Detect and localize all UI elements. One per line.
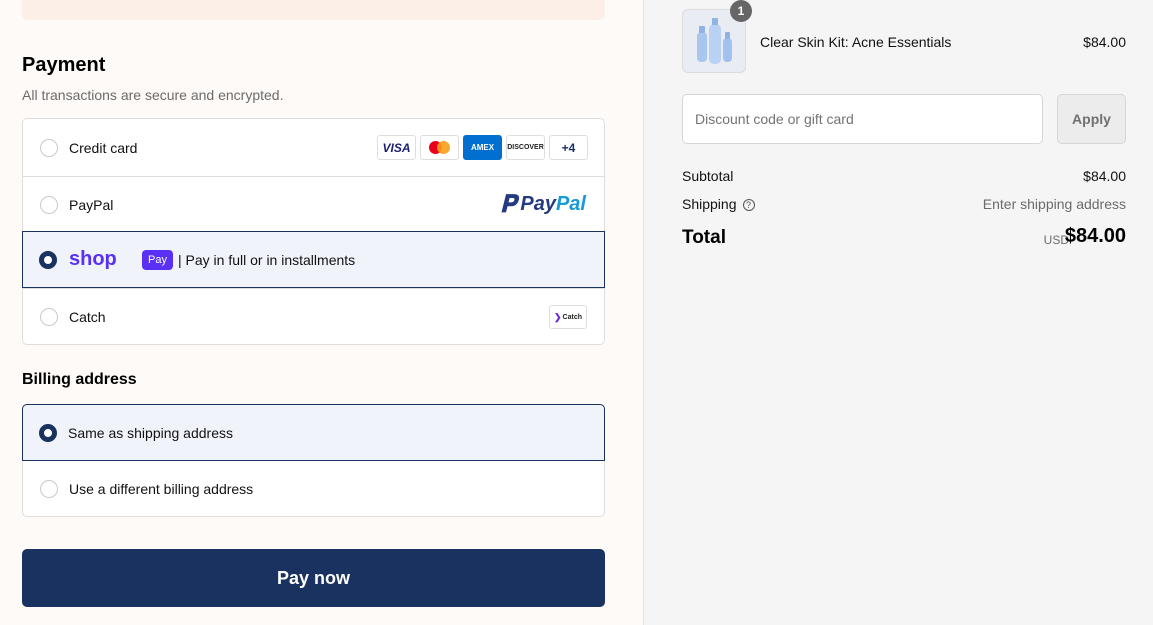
total-label: Total — [682, 227, 726, 248]
payment-option-catch[interactable]: Catch ❯ Catch — [23, 288, 604, 345]
payment-subtitle: All transactions are secure and encrypte… — [22, 87, 284, 103]
pay-now-button[interactable]: Pay now — [22, 549, 605, 607]
payment-option-credit-card[interactable]: Credit card VISA AMEX DISCOVER +4 — [23, 119, 604, 176]
billing-option-different[interactable]: Use a different billing address — [23, 461, 604, 517]
payment-option-shop-pay[interactable]: shop Pay | Pay in full or in installment… — [22, 231, 605, 288]
billing-option-label: Same as shipping address — [68, 424, 233, 441]
amex-icon: AMEX — [463, 135, 502, 160]
catch-logo-text: Catch — [562, 313, 582, 321]
billing-options: Same as shipping address Use a different… — [22, 404, 605, 517]
discount-code-input[interactable]: Discount code or gift card — [682, 94, 1043, 144]
more-cards-badge: +4 — [549, 135, 588, 160]
radio-shop-pay[interactable] — [39, 250, 57, 269]
product-name: Clear Skin Kit: Acne Essentials — [760, 34, 952, 50]
billing-option-same[interactable]: Same as shipping address — [22, 404, 605, 461]
subtotal-label: Subtotal — [682, 168, 734, 184]
shop-pay-logo: shop — [69, 248, 117, 270]
shop-pay-label: | Pay in full or in installments — [178, 251, 356, 268]
paypal-icon: 𝐏 — [500, 190, 517, 218]
catch-logo: ❯ Catch — [549, 305, 587, 329]
payment-heading: Payment — [22, 54, 106, 76]
payment-option-paypal[interactable]: PayPal 𝐏 Pay Pal — [23, 176, 604, 232]
payment-option-label: PayPal — [69, 196, 114, 213]
paypal-logo-pay: Pay — [520, 193, 556, 215]
payment-option-label: Catch — [69, 309, 106, 325]
subtotal-value: $84.00 — [1083, 168, 1126, 184]
discover-icon: DISCOVER — [506, 135, 545, 160]
radio-paypal[interactable] — [40, 195, 58, 214]
mastercard-icon — [420, 135, 459, 160]
shipping-notice-banner — [22, 0, 605, 20]
radio-credit-card[interactable] — [40, 138, 58, 157]
shipping-label: Shipping — [682, 196, 737, 212]
card-brand-icons: VISA AMEX DISCOVER +4 — [377, 135, 588, 160]
billing-option-label: Use a different billing address — [69, 481, 254, 497]
visa-icon: VISA — [377, 135, 416, 160]
radio-different-address[interactable] — [40, 480, 58, 498]
checkout-main-panel: Payment All transactions are secure and … — [0, 0, 644, 625]
shipping-label-row: Shipping? — [682, 196, 755, 212]
apply-discount-button[interactable]: Apply — [1057, 94, 1126, 144]
total-value: $84.00 — [1064, 225, 1126, 247]
paypal-logo: 𝐏 Pay Pal — [500, 191, 586, 219]
help-icon[interactable]: ? — [742, 199, 755, 211]
radio-catch[interactable] — [40, 308, 58, 326]
quantity-badge: 1 — [730, 0, 752, 22]
billing-heading: Billing address — [22, 371, 137, 388]
payment-methods: Credit card VISA AMEX DISCOVER +4 PayPal… — [22, 118, 605, 345]
order-summary-panel: 1 Clear Skin Kit: Acne Essentials $84.00… — [644, 0, 1153, 625]
catch-icon: ❯ — [554, 311, 562, 322]
shop-pay-badge: Pay — [142, 250, 173, 270]
radio-same-address[interactable] — [39, 423, 57, 442]
paypal-logo-pal: Pal — [555, 193, 586, 215]
payment-option-label: Credit card — [69, 139, 138, 156]
product-price: $84.00 — [1083, 34, 1126, 50]
shipping-value: Enter shipping address — [982, 196, 1126, 212]
